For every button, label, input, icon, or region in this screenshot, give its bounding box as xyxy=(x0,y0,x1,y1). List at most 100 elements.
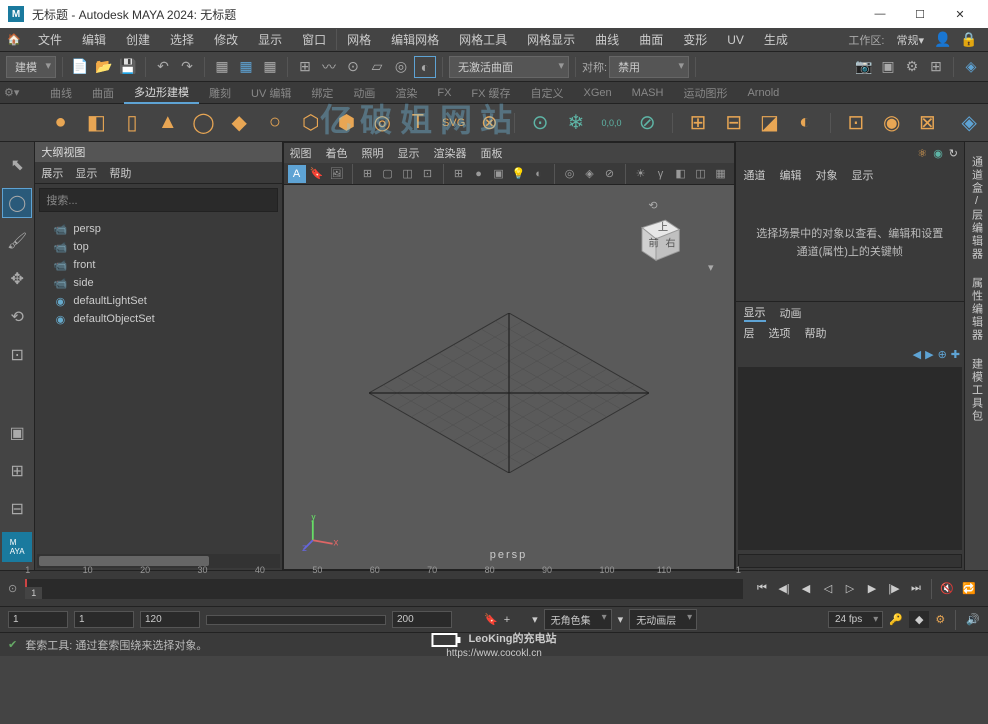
vp-exposure-icon[interactable]: ☀ xyxy=(632,165,650,183)
bookmark-add-icon[interactable]: + xyxy=(504,614,510,626)
layer-scrollbar[interactable] xyxy=(738,554,962,568)
cb-menu-show[interactable]: 显示 xyxy=(852,167,874,183)
home-icon[interactable]: 🏠 xyxy=(4,30,24,50)
set-key-icon[interactable]: ◆ xyxy=(909,611,929,628)
layer-down-icon[interactable]: ▶ xyxy=(925,348,933,361)
smooth-icon[interactable]: ◉ xyxy=(877,108,907,138)
shelf-tab-mash[interactable]: MASH xyxy=(622,85,674,101)
vp-xray-joints-icon[interactable]: ⊘ xyxy=(601,165,619,183)
menu-uv[interactable]: UV xyxy=(717,31,754,49)
vtab-attribute-editor[interactable]: 属性编辑器 xyxy=(967,271,987,348)
redo-icon[interactable]: ↷ xyxy=(176,56,198,78)
vp-resolution-icon[interactable]: ⊡ xyxy=(419,165,437,183)
vp-lights-icon[interactable]: 💡 xyxy=(510,165,528,183)
cb-icon2[interactable]: ◉ xyxy=(933,147,943,160)
vp-shadows-icon[interactable]: ◐ xyxy=(530,165,548,183)
select-tool-icon[interactable]: ⬉ xyxy=(2,150,32,180)
retopo-icon[interactable]: ⊠ xyxy=(913,108,943,138)
outliner-search-input[interactable]: 搜索... xyxy=(39,188,277,212)
shelf-tab-polymodel[interactable]: 多边形建模 xyxy=(124,82,199,104)
snap-curve-icon[interactable]: 〰 xyxy=(318,56,340,78)
menu-create[interactable]: 创建 xyxy=(116,29,160,50)
layout-four-icon[interactable]: ⊞ xyxy=(2,456,32,486)
menu-edit[interactable]: 编辑 xyxy=(72,29,116,50)
poly-cone-icon[interactable]: ▲ xyxy=(153,108,183,138)
vtab-channel-box[interactable]: 通道盒/层编辑器 xyxy=(967,150,987,267)
maya-logo-icon[interactable]: MAYA xyxy=(2,532,32,562)
login-icon[interactable]: 👤 xyxy=(932,29,954,51)
timeline-ghost-icon[interactable]: ⊙ xyxy=(8,582,17,595)
outliner-item-front[interactable]: 📹front xyxy=(41,256,275,274)
shelf-tab-motion[interactable]: 运动图形 xyxy=(673,83,737,103)
viewport-canvas[interactable]: /**/ 前 右 上 ⟲ ▾ y x xyxy=(284,185,734,569)
shelf-tab-rigging[interactable]: 绑定 xyxy=(301,83,343,103)
shelf-tab-rendering[interactable]: 渲染 xyxy=(385,83,427,103)
pb-play-icon[interactable]: ▷ xyxy=(839,578,861,600)
mirror-icon[interactable]: ⊡ xyxy=(841,108,871,138)
maximize-button[interactable]: ☐ xyxy=(900,0,940,28)
paint-select-tool-icon[interactable]: 🖌 xyxy=(2,226,32,256)
layer-tab-anim[interactable]: 动画 xyxy=(780,305,802,321)
vtab-modeling-toolkit[interactable]: 建模工具包 xyxy=(967,352,987,429)
delete-history-icon[interactable]: ⊘ xyxy=(632,108,662,138)
layer-menu-options[interactable]: 选项 xyxy=(769,325,791,341)
cb-menu-channels[interactable]: 通道 xyxy=(744,167,766,183)
poly-sphere-icon[interactable]: ● xyxy=(46,108,76,138)
move-tool-icon[interactable]: ✥ xyxy=(2,264,32,294)
poly-platonic-icon[interactable]: ⬡ xyxy=(296,108,326,138)
workspace-selector[interactable]: 常规▾ xyxy=(892,30,928,50)
timeline-ruler[interactable]: 1 10 20 30 40 50 60 70 80 90 100 110 1 1 xyxy=(25,579,743,599)
layout-outliner-icon[interactable]: ⊟ xyxy=(2,494,32,524)
snap-plane-icon[interactable]: ▱ xyxy=(366,56,388,78)
range-slider[interactable] xyxy=(206,615,386,625)
menu-set-combo[interactable]: 建模 xyxy=(6,56,56,78)
rotate-tool-icon[interactable]: ⟲ xyxy=(2,302,32,332)
shelf-menu-icon[interactable]: ⚙▾ xyxy=(4,86,19,99)
render-settings-icon[interactable]: ⚙ xyxy=(901,56,923,78)
new-scene-icon[interactable]: 📄 xyxy=(69,56,91,78)
lasso-tool-icon[interactable]: ◯ xyxy=(2,188,32,218)
shelf-tab-surfaces[interactable]: 曲面 xyxy=(82,83,124,103)
viewcube-home-icon[interactable]: ⟲ xyxy=(648,199,657,212)
snap-point-icon[interactable]: ⊙ xyxy=(342,56,364,78)
poly-cylinder-icon[interactable]: ▯ xyxy=(117,108,147,138)
viewcube-menu-icon[interactable]: ▾ xyxy=(708,261,714,274)
poly-plane-icon[interactable]: ◆ xyxy=(224,108,254,138)
toggle-panel-icon[interactable]: ◈ xyxy=(960,56,982,78)
menu-surfaces[interactable]: 曲面 xyxy=(629,29,673,50)
menu-editmesh[interactable]: 编辑网格 xyxy=(381,29,449,50)
vp-menu-lighting[interactable]: 照明 xyxy=(362,145,384,161)
poly-superellipse-icon[interactable]: ⬢ xyxy=(332,108,362,138)
pb-step-back-key-icon[interactable]: ◀| xyxy=(773,578,795,600)
pb-loop-icon[interactable]: 🔁 xyxy=(958,578,980,600)
freeze-transforms-icon[interactable]: ❄ xyxy=(561,108,591,138)
cb-icon1[interactable]: ⚛ xyxy=(917,147,927,160)
vp-select-camera-icon[interactable]: A xyxy=(288,165,306,183)
combine-icon[interactable]: ⊞ xyxy=(683,108,713,138)
lock-icon[interactable]: 🔒 xyxy=(958,29,980,51)
scale-tool-icon[interactable]: ⊡ xyxy=(2,340,32,370)
reset-transforms-icon[interactable]: 0,0,0 xyxy=(597,108,627,138)
snap-grid-icon[interactable]: ⊞ xyxy=(294,56,316,78)
menu-meshtools[interactable]: 网格工具 xyxy=(449,29,517,50)
layer-menu-layers[interactable]: 层 xyxy=(744,325,755,341)
select-comp-icon[interactable]: ▦ xyxy=(235,56,257,78)
snap-center-icon[interactable]: ◎ xyxy=(390,56,412,78)
layer-add-icon[interactable]: ⊕ xyxy=(938,348,947,361)
layer-menu-help[interactable]: 帮助 xyxy=(805,325,827,341)
vp-menu-view[interactable]: 视图 xyxy=(290,145,312,161)
shelf-tab-custom[interactable]: 自定义 xyxy=(521,83,574,103)
auto-key-icon[interactable]: 🔑 xyxy=(889,613,903,626)
pb-step-fwd-icon[interactable]: ▶ xyxy=(861,578,883,600)
range-vis-start-field[interactable] xyxy=(74,611,134,628)
vp-bookmark-icon[interactable]: 🔖 xyxy=(308,165,326,183)
active-surface-combo[interactable]: 无激活曲面 xyxy=(449,56,569,78)
ipr-icon[interactable]: ▣ xyxy=(877,56,899,78)
vp-menu-show[interactable]: 显示 xyxy=(398,145,420,161)
shelf-tab-uvedit[interactable]: UV 编辑 xyxy=(241,83,301,103)
menu-generate[interactable]: 生成 xyxy=(754,29,798,50)
prefs-icon[interactable]: ⚙ xyxy=(935,613,945,626)
bookmark-icon[interactable]: 🔖 xyxy=(484,613,498,626)
vp-textured-icon[interactable]: ▣ xyxy=(490,165,508,183)
volume-icon[interactable]: 🔊 xyxy=(966,613,980,626)
